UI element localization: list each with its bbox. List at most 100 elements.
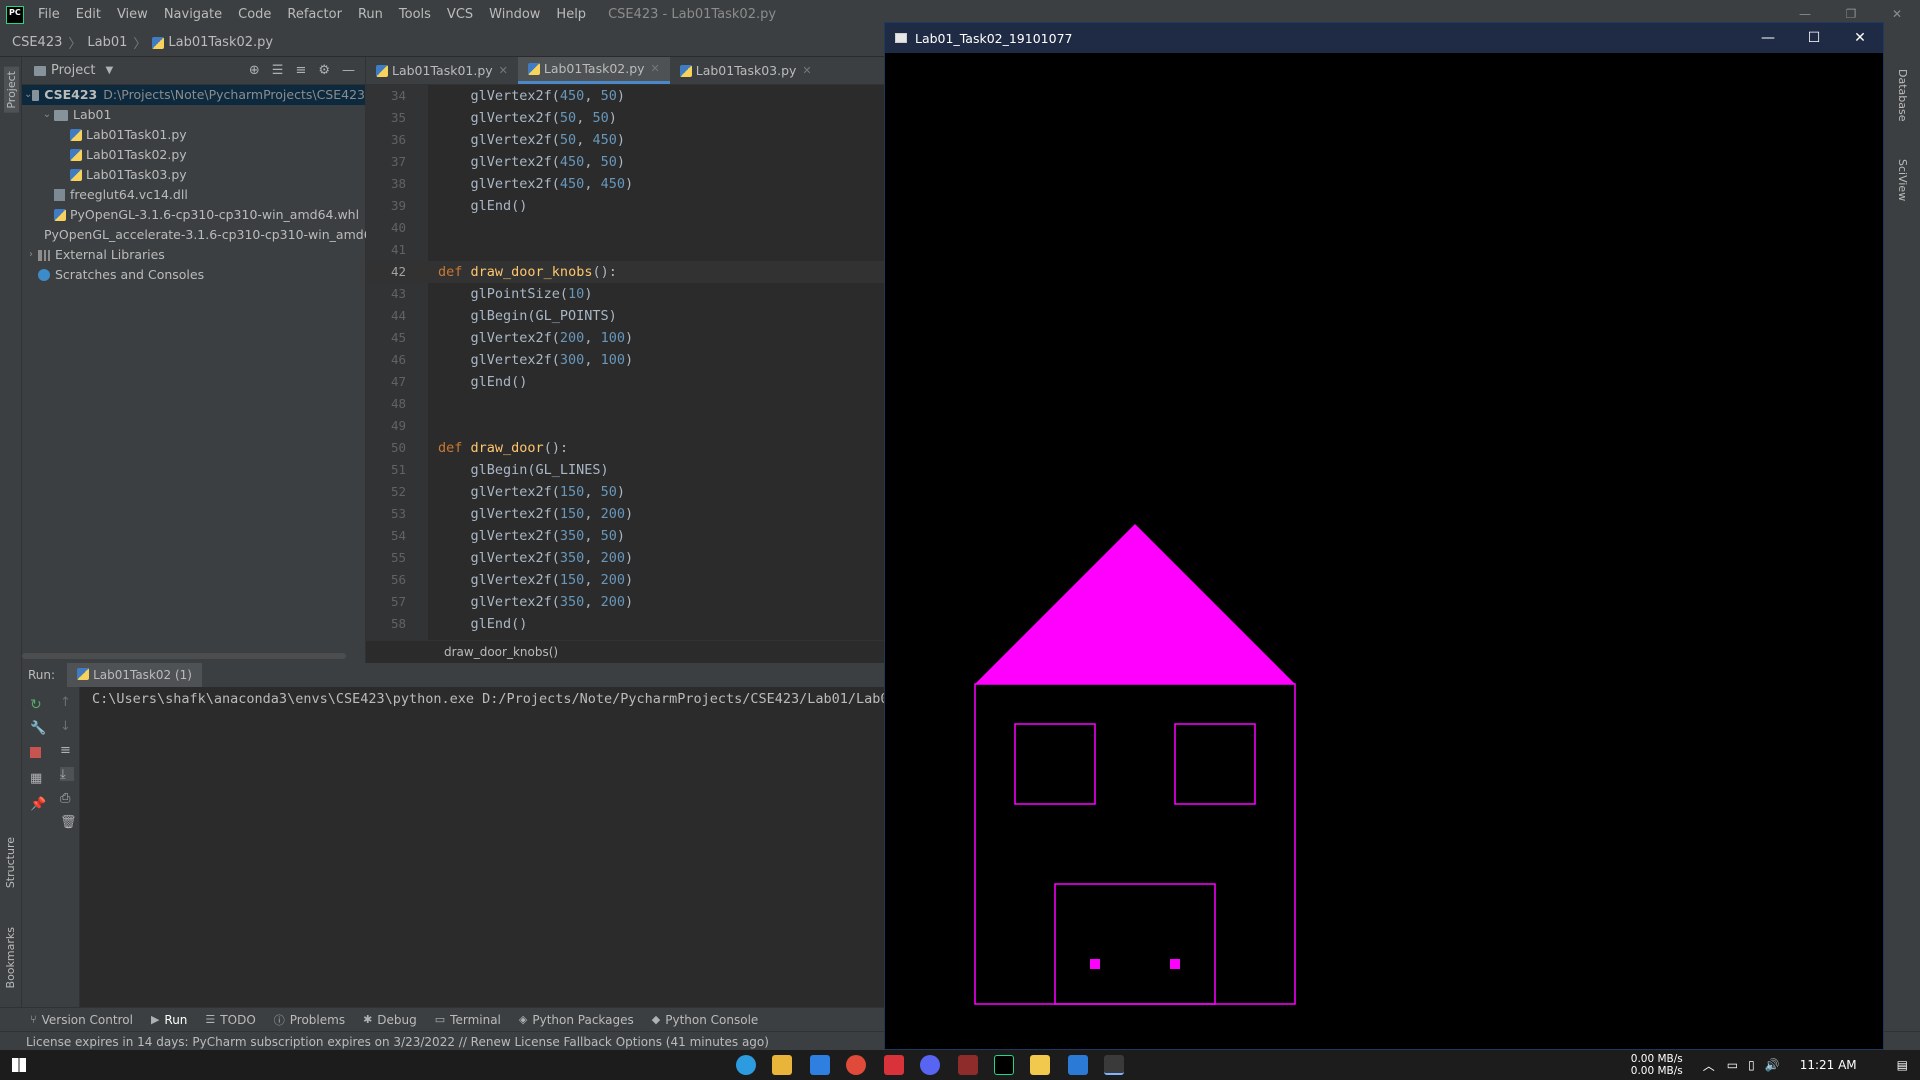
- editor-tab[interactable]: Lab01Task02.py ✕: [517, 55, 670, 84]
- pin-icon[interactable]: 📌: [30, 797, 46, 812]
- breadcrumb-folder[interactable]: Lab01: [87, 35, 127, 50]
- battery-icon[interactable]: ▯: [1748, 1058, 1755, 1072]
- arrow-up-icon[interactable]: ↑: [60, 695, 74, 710]
- maximize-icon[interactable]: ☐: [1791, 23, 1837, 53]
- close-tab-icon[interactable]: ✕: [651, 55, 660, 83]
- project-tool-button[interactable]: Project: [4, 67, 19, 113]
- project-tree-item[interactable]: Lab01Task01.py: [22, 125, 365, 145]
- menu-refactor[interactable]: Refactor: [279, 0, 350, 29]
- close-icon[interactable]: ✕: [1837, 23, 1883, 53]
- code-line[interactable]: 40: [366, 217, 884, 239]
- code-line[interactable]: 41: [366, 239, 884, 261]
- discord-icon[interactable]: [920, 1055, 940, 1075]
- file-explorer-icon[interactable]: [772, 1055, 792, 1075]
- tool-window-button[interactable]: ▭ Terminal: [435, 1013, 501, 1027]
- scroll-to-end-icon[interactable]: ⤓: [60, 767, 74, 782]
- minimize-icon[interactable]: —: [1745, 23, 1791, 53]
- menu-run[interactable]: Run: [350, 0, 391, 29]
- vscode-icon[interactable]: [1068, 1055, 1088, 1075]
- tool-window-button[interactable]: ☰ TODO: [205, 1013, 255, 1027]
- breadcrumb-file[interactable]: Lab01Task02.py: [168, 35, 273, 50]
- pycharm-taskbar-icon[interactable]: [994, 1055, 1014, 1075]
- vivaldi-icon[interactable]: [884, 1055, 904, 1075]
- code-line[interactable]: 50 def draw_door():: [366, 437, 884, 459]
- sciview-tool-button[interactable]: SciView: [1896, 159, 1909, 201]
- database-tool-button[interactable]: Database: [1896, 69, 1909, 122]
- menu-help[interactable]: Help: [548, 0, 594, 29]
- code-line[interactable]: 47 glEnd(): [366, 371, 884, 393]
- structure-tool-button[interactable]: Structure: [4, 837, 17, 888]
- chrome-icon[interactable]: [846, 1055, 866, 1075]
- code-line[interactable]: 48: [366, 393, 884, 415]
- locate-file-icon[interactable]: ⊕: [249, 63, 260, 78]
- project-tree-item[interactable]: PyOpenGL_accelerate-3.1.6-cp310-cp310-wi…: [22, 225, 384, 245]
- tool-window-button[interactable]: ⓘ Problems: [274, 1012, 345, 1028]
- network-icon[interactable]: ▭: [1727, 1058, 1738, 1072]
- taskbar-clock[interactable]: 11:21 AM: [1800, 1058, 1857, 1072]
- code-line[interactable]: 55 glVertex2f(350, 200): [366, 547, 884, 569]
- code-line[interactable]: 58 glEnd(): [366, 613, 884, 635]
- tool-window-button[interactable]: ◆ Python Console: [652, 1013, 759, 1027]
- project-tree-item[interactable]: Lab01Task03.py: [22, 165, 365, 185]
- code-line[interactable]: 52 glVertex2f(150, 50): [366, 481, 884, 503]
- project-horizontal-scrollbar[interactable]: [22, 653, 346, 659]
- app-yellow-icon[interactable]: [1030, 1055, 1050, 1075]
- code-line[interactable]: 57 glVertex2f(350, 200): [366, 591, 884, 613]
- code-line[interactable]: 35 glVertex2f(50, 50): [366, 107, 884, 129]
- code-line[interactable]: 46 glVertex2f(300, 100): [366, 349, 884, 371]
- soft-wrap-icon[interactable]: ≡: [60, 743, 74, 758]
- menu-tools[interactable]: Tools: [391, 0, 439, 29]
- windows-start-icon[interactable]: [12, 1058, 26, 1072]
- editor-scope-breadcrumb[interactable]: draw_door_knobs(): [366, 640, 884, 662]
- breadcrumb-project[interactable]: CSE423: [12, 35, 62, 50]
- project-panel-title[interactable]: Project: [51, 63, 95, 78]
- tool-window-button[interactable]: ▶ Run: [151, 1013, 187, 1027]
- chevron-up-icon[interactable]: ︿: [1703, 1057, 1715, 1074]
- run-console-output[interactable]: C:\Users\shafk\anaconda3\envs\CSE423\pyt…: [80, 687, 884, 1007]
- code-line[interactable]: 38 glVertex2f(450, 450): [366, 173, 884, 195]
- project-tree-item[interactable]: ⌄ CSE423 D:\Projects\Note\PycharmProjects\…: [22, 85, 365, 105]
- code-line[interactable]: 53 glVertex2f(150, 200): [366, 503, 884, 525]
- winrar-icon[interactable]: [958, 1055, 978, 1075]
- volume-icon[interactable]: 🔊: [1765, 1058, 1780, 1072]
- layout-icon[interactable]: ▦: [30, 771, 44, 786]
- bookmarks-tool-button[interactable]: Bookmarks: [4, 927, 17, 988]
- project-tree-item[interactable]: Scratches and Consoles: [22, 265, 365, 285]
- code-line[interactable]: 51 glBegin(GL_LINES): [366, 459, 884, 481]
- menu-window[interactable]: Window: [481, 0, 548, 29]
- chevron-down-icon[interactable]: ⌄: [40, 105, 54, 125]
- wrench-icon[interactable]: 🔧: [30, 721, 46, 736]
- opengl-app-taskbar-icon[interactable]: [1104, 1055, 1124, 1075]
- run-config-tab[interactable]: Lab01Task02 (1): [67, 663, 202, 687]
- project-tree-item[interactable]: freeglut64.vc14.dll: [22, 185, 365, 205]
- notifications-icon[interactable]: ▤: [1897, 1058, 1908, 1072]
- chevron-down-icon[interactable]: ⌄: [24, 85, 32, 105]
- menu-file[interactable]: File: [30, 0, 68, 29]
- expand-all-icon[interactable]: ☰: [272, 63, 284, 78]
- code-line[interactable]: 49: [366, 415, 884, 437]
- edge-browser-icon[interactable]: [736, 1055, 756, 1075]
- dropdown-arrow-icon[interactable]: ▼: [105, 65, 113, 76]
- stop-icon[interactable]: [30, 747, 41, 758]
- project-tree-item[interactable]: Lab01Task02.py: [22, 145, 365, 165]
- code-line[interactable]: 42 def draw_door_knobs():: [366, 261, 884, 283]
- chevron-right-icon[interactable]: ›: [24, 245, 38, 265]
- editor-tab[interactable]: Lab01Task01.py ✕: [366, 57, 518, 84]
- code-editor[interactable]: 34 glVertex2f(450, 50) 35 glVertex2f(50, …: [366, 85, 884, 659]
- code-line[interactable]: 45 glVertex2f(200, 100): [366, 327, 884, 349]
- arrow-down-icon[interactable]: ↓: [60, 719, 74, 734]
- tool-window-button[interactable]: ◈ Python Packages: [519, 1013, 634, 1027]
- store-icon[interactable]: [810, 1055, 830, 1075]
- collapse-all-icon[interactable]: ≡: [295, 63, 306, 78]
- rerun-icon[interactable]: ↻: [30, 697, 44, 713]
- menu-navigate[interactable]: Navigate: [156, 0, 230, 29]
- code-line[interactable]: 44 glBegin(GL_POINTS): [366, 305, 884, 327]
- opengl-window-title-bar[interactable]: Lab01_Task02_19101077 — ☐ ✕: [885, 23, 1883, 53]
- print-icon[interactable]: ⎙: [60, 791, 74, 806]
- menu-code[interactable]: Code: [230, 0, 279, 29]
- code-line[interactable]: 37 glVertex2f(450, 50): [366, 151, 884, 173]
- trash-icon[interactable]: 🗑: [60, 815, 77, 830]
- code-line[interactable]: 36 glVertex2f(50, 450): [366, 129, 884, 151]
- project-tree-item[interactable]: › External Libraries: [22, 245, 365, 265]
- menu-edit[interactable]: Edit: [68, 0, 109, 29]
